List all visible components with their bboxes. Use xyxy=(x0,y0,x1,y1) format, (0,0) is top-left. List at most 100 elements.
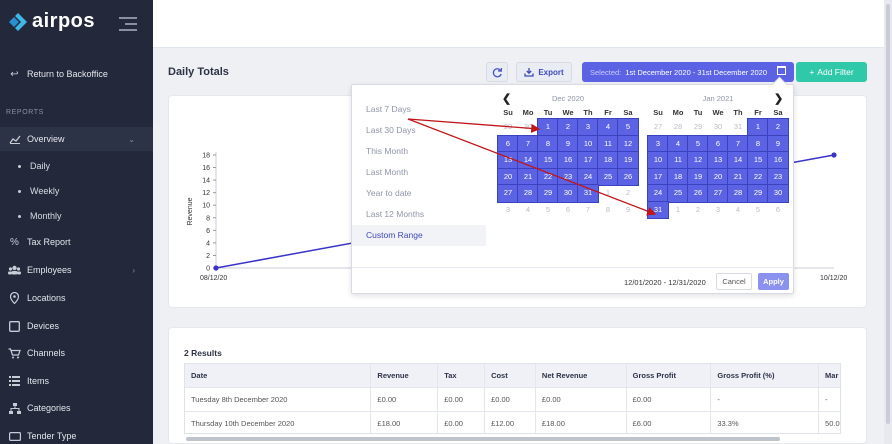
refresh-button[interactable] xyxy=(486,62,508,82)
sidebar-item-overview[interactable]: Overview ⌄ xyxy=(0,127,153,151)
table-row[interactable]: Thursday 10th December 2020 £18.00 £0.00… xyxy=(185,412,840,433)
range-last-month[interactable]: Last Month xyxy=(352,162,486,183)
calendar-day[interactable]: 31 xyxy=(728,119,748,136)
calendar-day[interactable]: 4 xyxy=(518,202,538,219)
calendar-day[interactable]: 3 xyxy=(708,202,728,219)
sidebar-item-tax-report[interactable]: % Tax Report xyxy=(0,230,153,254)
calendar-day[interactable]: 30 xyxy=(518,119,538,136)
calendar-day[interactable]: 1 xyxy=(537,118,559,137)
calendar-day[interactable]: 28 xyxy=(668,119,688,136)
sidebar-item-devices[interactable]: Devices xyxy=(0,314,153,338)
column-header[interactable]: Cost xyxy=(485,364,536,387)
calendar-day[interactable]: 22 xyxy=(747,167,769,186)
table-row[interactable]: Tuesday 8th December 2020 £0.00 £0.00 £0… xyxy=(185,388,840,412)
sidebar-item-locations[interactable]: Locations xyxy=(0,286,153,310)
calendar-day[interactable]: 4 xyxy=(667,134,689,153)
calendar-day[interactable]: 17 xyxy=(647,167,669,186)
calendar-day[interactable]: 7 xyxy=(578,202,598,219)
calendar-day[interactable]: 16 xyxy=(557,151,579,170)
calendar-day[interactable]: 30 xyxy=(767,184,789,203)
calendar-day[interactable]: 2 xyxy=(557,118,579,137)
calendar-day[interactable]: 6 xyxy=(707,134,729,153)
date-range-button[interactable]: Selected: 1st December 2020 - 31st Decem… xyxy=(582,62,794,82)
sidebar-item-categories[interactable]: Categories xyxy=(0,396,153,420)
sidebar-item-daily[interactable]: Daily xyxy=(0,156,153,176)
calendar-day[interactable]: 25 xyxy=(667,184,689,203)
calendar-day[interactable]: 8 xyxy=(747,134,769,153)
calendar-day[interactable]: 31 xyxy=(577,184,599,203)
calendar-day[interactable]: 24 xyxy=(647,184,669,203)
calendar-day[interactable]: 29 xyxy=(747,184,769,203)
calendar-day[interactable]: 7 xyxy=(517,134,539,153)
calendar-day[interactable]: 14 xyxy=(727,151,749,170)
calendar-day[interactable]: 27 xyxy=(707,184,729,203)
calendar-day[interactable]: 9 xyxy=(767,134,789,153)
calendar-day[interactable]: 11 xyxy=(597,134,619,153)
range-last-12-months[interactable]: Last 12 Months xyxy=(352,204,486,225)
calendar-day[interactable]: 6 xyxy=(768,202,788,219)
sidebar-item-weekly[interactable]: Weekly xyxy=(0,181,153,201)
calendar-day[interactable]: 3 xyxy=(577,118,599,137)
calendar-day[interactable]: 3 xyxy=(647,134,669,153)
range-custom[interactable]: Custom Range xyxy=(352,225,486,246)
calendar-day[interactable]: 29 xyxy=(498,119,518,136)
calendar-day[interactable]: 10 xyxy=(577,134,599,153)
export-button[interactable]: Export xyxy=(516,62,572,82)
calendar-day[interactable]: 21 xyxy=(727,167,749,186)
column-header[interactable]: Gross Profit xyxy=(627,364,712,387)
calendar-day[interactable]: 19 xyxy=(687,167,709,186)
calendar-day[interactable]: 13 xyxy=(707,151,729,170)
calendar-day[interactable]: 29 xyxy=(537,184,559,203)
calendar-day[interactable]: 2 xyxy=(767,118,789,137)
calendar-day[interactable]: 15 xyxy=(537,151,559,170)
page-scrollbar[interactable] xyxy=(884,0,892,444)
calendar-day[interactable]: 4 xyxy=(728,202,748,219)
calendar-day[interactable]: 9 xyxy=(557,134,579,153)
calendar-day[interactable]: 14 xyxy=(517,151,539,170)
calendar-day[interactable]: 23 xyxy=(767,167,789,186)
sidebar-item-channels[interactable]: Channels xyxy=(0,341,153,365)
calendar-day[interactable]: 1 xyxy=(598,185,618,202)
calendar-day[interactable]: 26 xyxy=(617,167,639,186)
column-header[interactable]: Revenue xyxy=(371,364,439,387)
calendar-day[interactable]: 28 xyxy=(727,184,749,203)
range-this-month[interactable]: This Month xyxy=(352,141,486,162)
calendar-day[interactable]: 8 xyxy=(537,134,559,153)
calendar-day[interactable]: 1 xyxy=(747,118,769,137)
logo[interactable]: airpos xyxy=(8,10,95,33)
sidebar-item-items[interactable]: Items xyxy=(0,369,153,393)
calendar-day[interactable]: 19 xyxy=(617,151,639,170)
calendar-day[interactable]: 3 xyxy=(498,202,518,219)
calendar-day[interactable]: 27 xyxy=(648,119,668,136)
sidebar-item-employees[interactable]: Employees › xyxy=(0,258,153,282)
calendar-day[interactable]: 20 xyxy=(707,167,729,186)
calendar-day[interactable]: 31 xyxy=(647,200,669,219)
menu-toggle-icon[interactable] xyxy=(119,17,137,35)
column-header[interactable]: Tax xyxy=(438,364,486,387)
sidebar-item-monthly[interactable]: Monthly xyxy=(0,206,153,226)
calendar-day[interactable]: 9 xyxy=(618,202,638,219)
calendar-day[interactable]: 21 xyxy=(517,167,539,186)
column-header[interactable]: Date xyxy=(185,364,372,387)
calendar-day[interactable]: 2 xyxy=(618,185,638,202)
calendar-day[interactable]: 5 xyxy=(748,202,768,219)
calendar-day[interactable]: 24 xyxy=(577,167,599,186)
calendar-day[interactable]: 13 xyxy=(497,151,519,170)
calendar-day[interactable]: 20 xyxy=(497,167,519,186)
calendar-day[interactable]: 15 xyxy=(747,151,769,170)
calendar-day[interactable]: 18 xyxy=(667,167,689,186)
column-header[interactable]: Mar xyxy=(819,364,840,387)
calendar-day[interactable]: 29 xyxy=(688,119,708,136)
next-month-icon[interactable]: ❯ xyxy=(774,91,783,107)
calendar-day[interactable]: 5 xyxy=(687,134,709,153)
return-to-backoffice-link[interactable]: ↩ Return to Backoffice xyxy=(0,62,153,86)
column-header[interactable]: Net Revenue xyxy=(536,364,627,387)
calendar-day[interactable]: 23 xyxy=(557,167,579,186)
prev-month-icon[interactable]: ❮ xyxy=(502,91,511,107)
calendar-day[interactable]: 5 xyxy=(538,202,558,219)
calendar-day[interactable]: 6 xyxy=(497,134,519,153)
column-header[interactable]: Gross Profit (%) xyxy=(711,364,820,387)
cancel-button[interactable]: Cancel xyxy=(716,273,752,290)
calendar-day[interactable]: 11 xyxy=(667,151,689,170)
apply-button[interactable]: Apply xyxy=(758,273,789,290)
